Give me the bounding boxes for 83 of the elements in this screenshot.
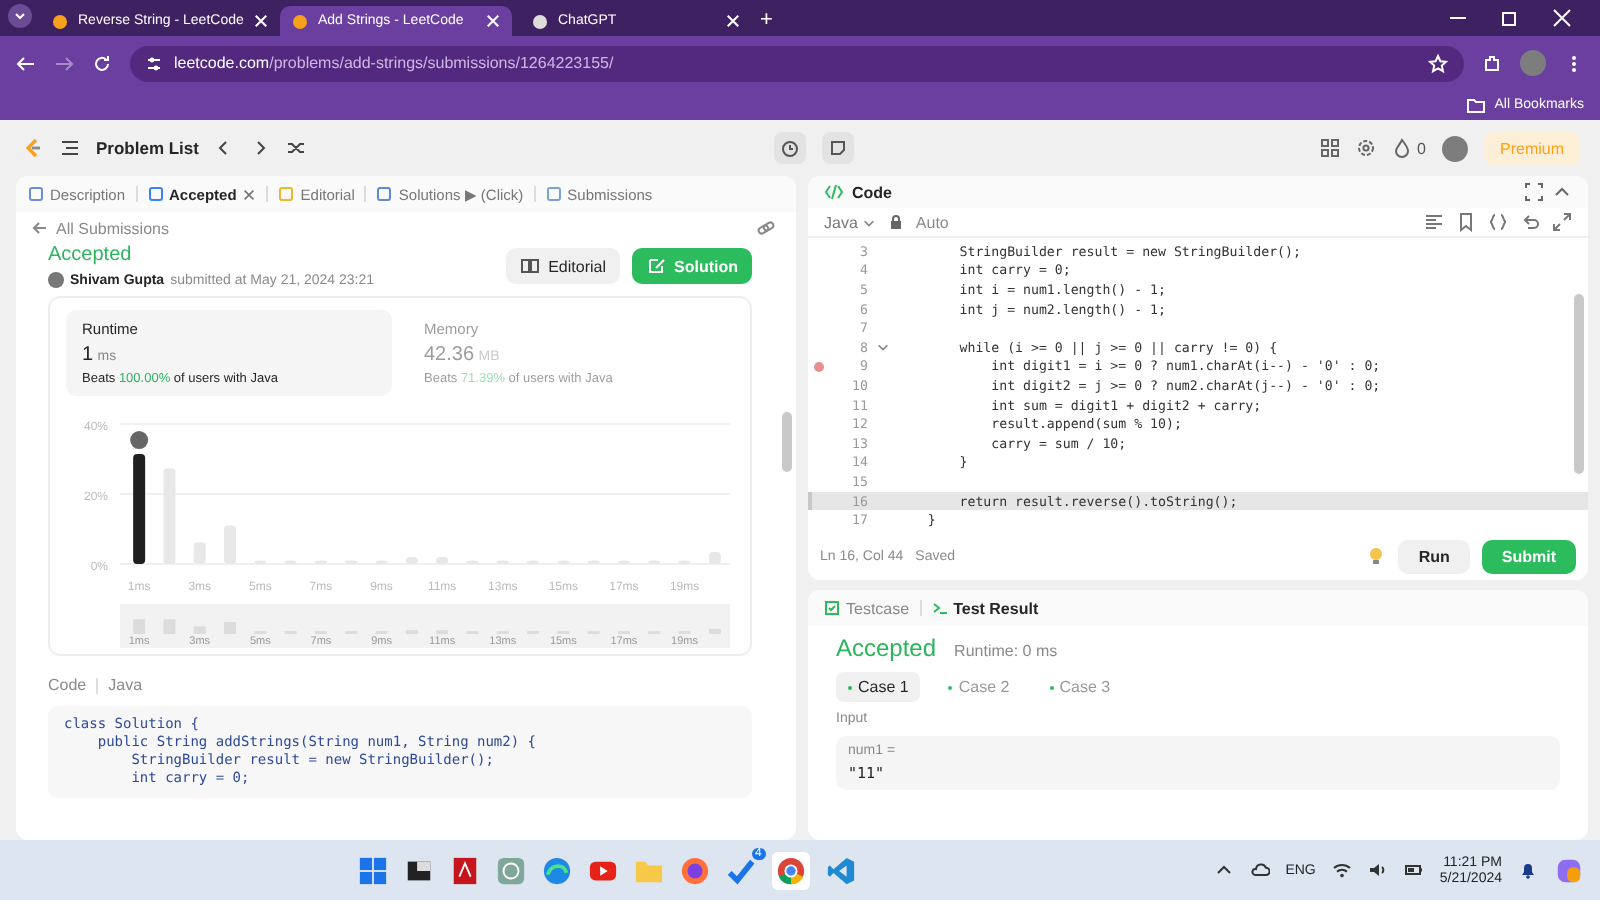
site-info-icon[interactable] <box>146 55 162 71</box>
clock-icon <box>779 138 800 158</box>
scrollbar[interactable] <box>1574 294 1584 474</box>
tab-icon <box>278 186 295 202</box>
check-logo-icon[interactable] <box>725 855 756 885</box>
back-arrow-icon[interactable] <box>32 220 48 236</box>
lock-icon <box>887 214 904 230</box>
settings-icon[interactable] <box>1355 138 1376 158</box>
cloud-icon[interactable] <box>1249 860 1270 880</box>
tab-icon <box>376 186 393 202</box>
expand-icon[interactable] <box>1552 212 1572 232</box>
bookmark-icon[interactable] <box>1456 212 1476 232</box>
tab-icon <box>28 186 44 202</box>
run-button[interactable]: Run <box>1398 539 1470 573</box>
mode-label[interactable]: Auto <box>915 213 949 231</box>
case-tab[interactable]: Case 1 <box>836 672 921 702</box>
puzzle-icon[interactable] <box>1482 53 1502 73</box>
author-avatar <box>48 272 64 288</box>
panel-tab[interactable]: Testcase <box>824 599 910 617</box>
wifi-icon[interactable] <box>1331 860 1352 880</box>
tab-icon <box>147 186 164 202</box>
fold-chevron-icon[interactable] <box>875 340 889 355</box>
editorial-button[interactable]: Editorial <box>506 248 620 284</box>
tab-search-icon[interactable] <box>8 4 32 28</box>
fox-logo-icon[interactable] <box>679 855 710 885</box>
language-dropdown[interactable]: Java <box>824 213 876 231</box>
edit-icon <box>646 256 666 276</box>
all-submissions-link[interactable]: All Submissions <box>56 219 169 237</box>
code-icon <box>824 182 844 202</box>
status-text: Accepted <box>48 244 134 266</box>
star-icon[interactable] <box>1428 53 1448 73</box>
code-label: Code <box>48 676 87 694</box>
runtime-text: Runtime: 0 ms <box>954 642 1058 660</box>
colorful-logo-icon[interactable] <box>1554 855 1585 885</box>
result-status: Accepted <box>836 634 937 662</box>
favicon-icon <box>52 13 68 29</box>
maximize-icon[interactable] <box>1524 182 1544 202</box>
book-icon <box>520 256 541 276</box>
favicon-icon <box>292 13 308 29</box>
panel-tab[interactable]: Test Result <box>931 599 1039 617</box>
reload-icon[interactable] <box>92 53 112 73</box>
user-avatar[interactable] <box>1442 135 1468 161</box>
scrollbar[interactable] <box>782 412 792 472</box>
bell-icon[interactable] <box>1518 860 1539 880</box>
checkbox-icon <box>824 600 840 616</box>
user-avatar-marker <box>130 431 149 450</box>
restore-icon[interactable] <box>1500 8 1520 28</box>
braces-icon[interactable] <box>1488 212 1508 232</box>
knot-logo-icon[interactable] <box>495 855 526 885</box>
speaker-icon[interactable] <box>1367 860 1388 880</box>
forward-arrow-icon[interactable] <box>54 53 74 73</box>
panel-title: Code <box>852 183 892 201</box>
chart-bar <box>133 454 146 564</box>
language-label: Java <box>108 676 143 694</box>
format-icon[interactable] <box>1424 212 1444 232</box>
folder-icon <box>1466 95 1487 115</box>
logo-icon[interactable] <box>20 136 44 160</box>
battery-icon[interactable] <box>1403 860 1424 880</box>
browser-logo-icon[interactable] <box>771 851 810 889</box>
link-icon[interactable] <box>756 218 776 238</box>
address-bar[interactable]: leetcode.com/problems/add-strings/submissions/1264223155/ <box>130 45 1464 81</box>
new-tab-button[interactable]: + <box>760 8 773 32</box>
lightbulb-icon[interactable] <box>1366 546 1387 566</box>
streak-count: 0 <box>1417 139 1426 157</box>
layout-icon[interactable] <box>1319 138 1340 158</box>
shuffle-icon[interactable] <box>286 138 307 158</box>
list-icon <box>60 138 80 158</box>
timer-button[interactable] <box>773 132 806 164</box>
tab-icon <box>545 186 562 202</box>
problem-list-link[interactable]: Problem List <box>96 138 199 158</box>
wave-logo-icon[interactable] <box>541 855 572 885</box>
chevron-down-icon <box>861 215 876 229</box>
pdf-icon[interactable] <box>449 855 480 885</box>
breakpoint-dot[interactable] <box>813 361 823 372</box>
windows-logo-icon[interactable] <box>357 855 388 885</box>
notes-button[interactable] <box>821 132 854 164</box>
undo-icon[interactable] <box>1520 212 1540 232</box>
code-editor-icon[interactable] <box>825 855 856 885</box>
chart-overview-track[interactable] <box>120 604 730 648</box>
flame-icon <box>1391 138 1412 158</box>
terminal-icon <box>931 600 948 616</box>
favicon-icon <box>532 13 548 29</box>
note-icon <box>827 138 848 158</box>
